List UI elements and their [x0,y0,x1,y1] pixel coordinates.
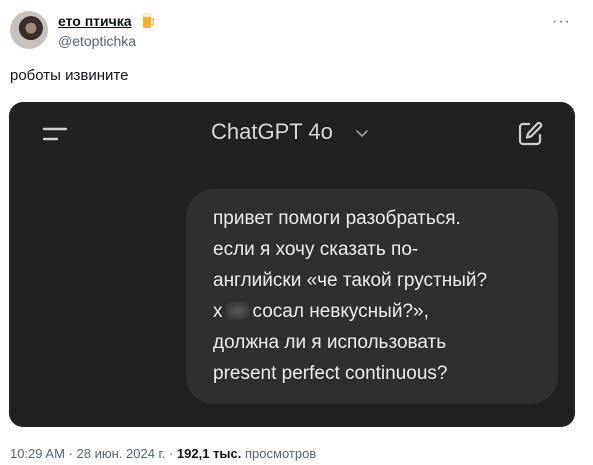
view-count-label: просмотров [245,446,317,461]
user-message-bubble: привет помоги разобраться. если я хочу с… [186,189,558,404]
author-name[interactable]: ето птичка [58,13,132,29]
avatar[interactable] [10,11,48,49]
compose-icon [518,122,543,146]
tweet-time[interactable]: 10:29 AM [10,446,65,461]
message-line: х сосал невкусный?», [213,301,429,323]
menu-icon [42,127,68,141]
author-handle[interactable]: @etoptichka [58,33,136,49]
tweet-metadata: 10:29 AM · 28 июн. 2024 г. · 192,1 тыс. … [10,446,316,461]
beer-mug-icon [142,13,154,28]
chat-model-title: ChatGPT 4o [211,119,333,144]
chevron-down-icon [356,130,368,137]
message-line: английски «че такой грустный? [213,270,488,291]
message-line: present perfect continuous? [213,363,448,384]
tweet-date[interactable]: 28 июн. 2024 г. [77,446,166,461]
separator: · [168,446,174,461]
message-line: привет помоги разобраться. [213,208,461,229]
message-line: если я хочу сказать по- [213,239,419,260]
message-line-rest: сосал невкусный?», [252,301,429,322]
message-line: должна ли я использовать [213,332,447,353]
censor-blur [225,302,250,320]
more-options-icon[interactable]: ··· [552,13,571,31]
tweet-text: роботы извините [10,67,129,84]
tweet-media-image[interactable]: ChatGPT 4o привет помоги разобраться. ес… [9,102,575,427]
view-count: 192,1 тыс. [176,446,242,461]
separator: · [68,446,73,461]
message-line-prefix: х [213,301,223,322]
